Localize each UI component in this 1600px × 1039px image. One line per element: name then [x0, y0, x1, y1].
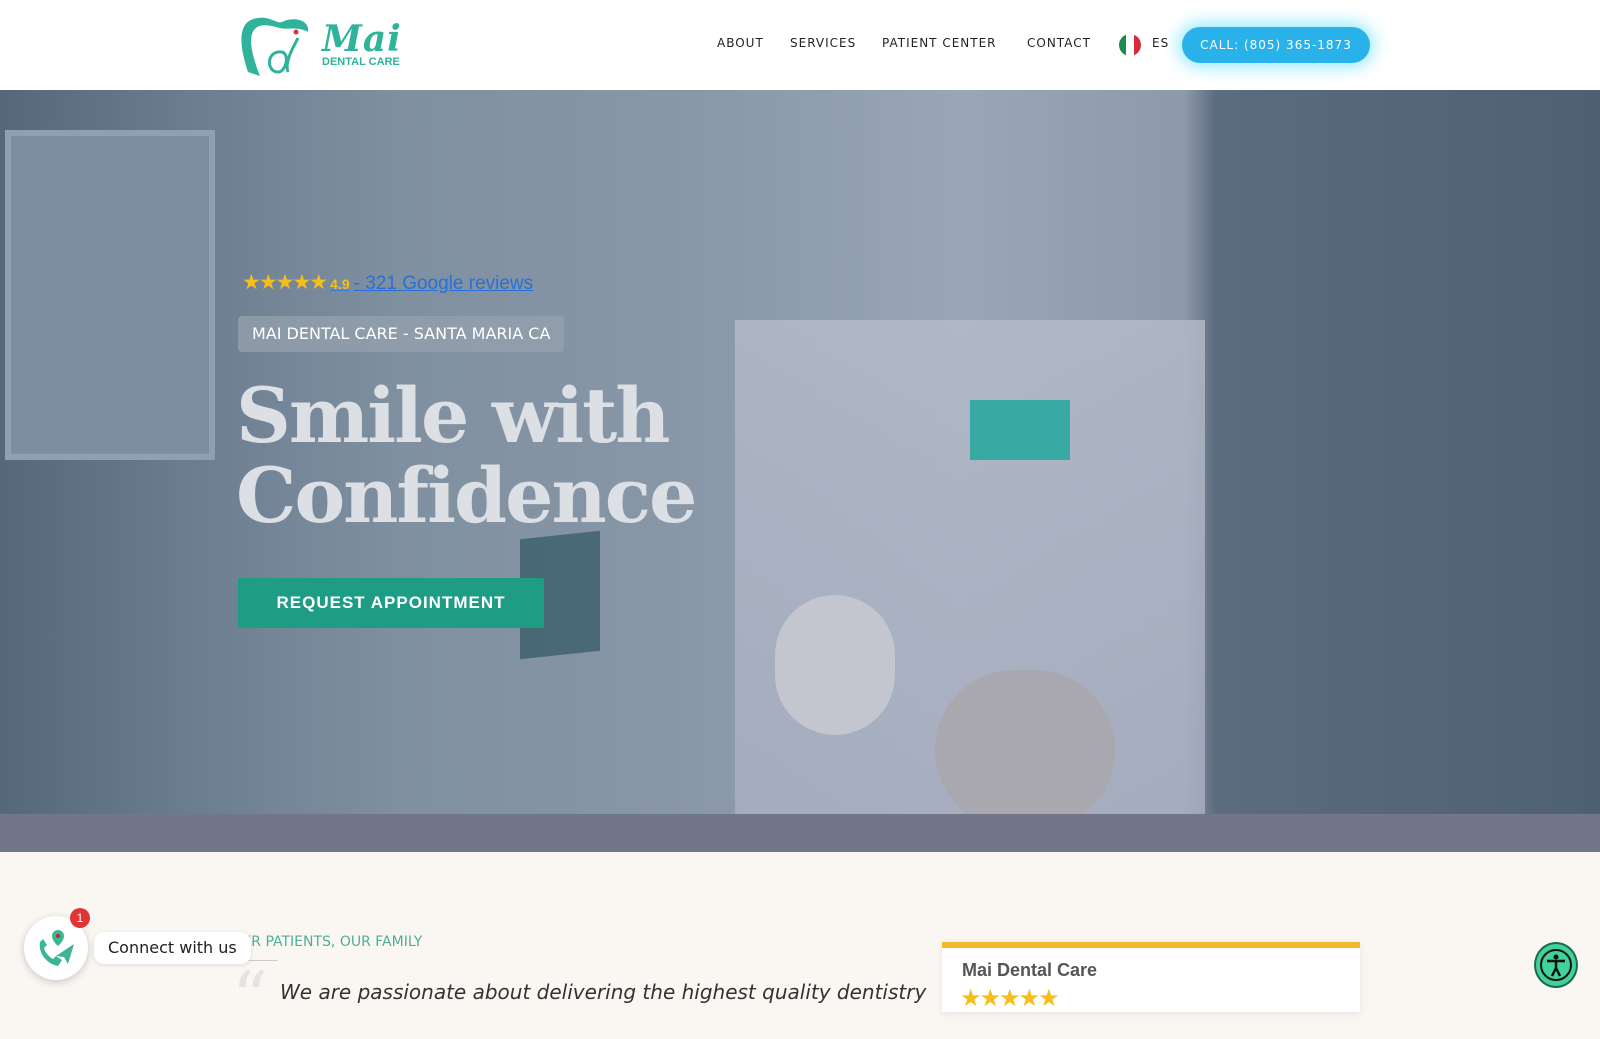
background-chair: [775, 595, 895, 735]
accessibility-icon: [1540, 949, 1572, 981]
location-tag: MAI DENTAL CARE - SANTA MARIA CA: [238, 316, 565, 352]
background-frame: [5, 130, 215, 460]
hero-title-line2: Confidence: [236, 451, 697, 540]
nav-about[interactable]: ABOUT: [717, 36, 764, 50]
background-monitor: [970, 400, 1070, 460]
background-person: [935, 670, 1115, 814]
logo[interactable]: Mai DENTAL CARE: [238, 12, 413, 80]
nav-services[interactable]: SERVICES: [790, 36, 856, 50]
nav-patient-center[interactable]: PATIENT CENTER: [882, 36, 997, 50]
logo-subtitle: DENTAL CARE: [322, 56, 400, 68]
quote-mark-icon: “: [232, 957, 268, 1039]
hero-bottom-band: [0, 814, 1600, 852]
connect-with-us-label[interactable]: Connect with us: [94, 932, 251, 964]
hero-title: Smile with Confidence: [236, 371, 697, 540]
google-reviews-link[interactable]: - 321 Google reviews: [354, 273, 534, 295]
call-button[interactable]: CALL: (805) 365-1873: [1182, 27, 1370, 63]
hero-title-line1: Smile with: [236, 371, 671, 460]
logo-name: Mai: [322, 18, 402, 60]
review-card-stars-icon: ★★★★★: [960, 985, 1060, 1012]
review-card: Mai Dental Care ★★★★★: [942, 942, 1360, 1012]
mexico-flag-icon[interactable]: [1119, 34, 1141, 56]
rating-value: 4.9: [330, 276, 350, 292]
accessibility-button[interactable]: [1534, 942, 1578, 988]
phone-location-send-icon: [39, 930, 74, 966]
mission-quote: We are passionate about delivering the h…: [280, 980, 927, 1004]
nav-contact[interactable]: CONTACT: [1027, 36, 1091, 50]
notification-badge: 1: [70, 908, 90, 928]
tooth-logo-icon: [241, 17, 309, 77]
rating-stars-icon: ★★★★★: [242, 271, 328, 294]
request-appointment-button[interactable]: REQUEST APPOINTMENT: [238, 578, 544, 628]
review-card-title: Mai Dental Care: [962, 960, 1098, 980]
site-header: Mai DENTAL CARE ABOUT SERVICES PATIENT C…: [0, 0, 1600, 90]
google-reviews[interactable]: ★★★★★ 4.9 - 321 Google reviews: [242, 270, 533, 295]
language-toggle[interactable]: ES: [1152, 36, 1169, 50]
section-kicker: OUR PATIENTS, OUR FAMILY: [230, 934, 423, 950]
